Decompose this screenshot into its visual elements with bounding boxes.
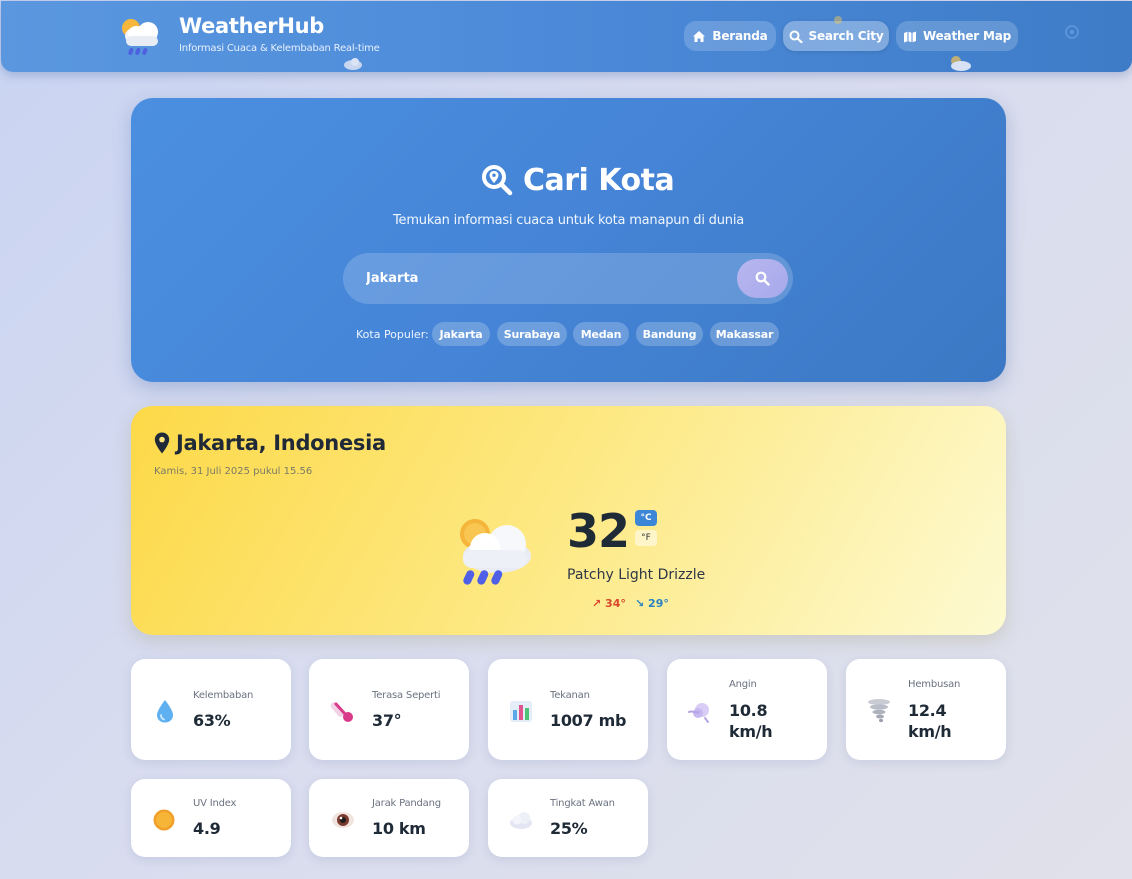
stat-value: 37° bbox=[372, 711, 402, 730]
location-heading: Jakarta, Indonesia bbox=[154, 431, 386, 455]
weather-condition: Patchy Light Drizzle bbox=[567, 567, 706, 583]
nav-weather-map-button[interactable]: Weather Map bbox=[896, 21, 1018, 51]
stat-label: Kelembaban bbox=[193, 690, 254, 701]
stat-value: 4.9 bbox=[193, 819, 221, 838]
stat-label: Angin bbox=[729, 679, 757, 690]
brand-subtitle: Informasi Cuaca & Kelembaban Real-time bbox=[179, 43, 380, 54]
eye-icon bbox=[332, 812, 354, 828]
droplet-icon bbox=[157, 700, 173, 723]
sun-cloud-rain-icon bbox=[460, 519, 531, 585]
thermometer-icon bbox=[330, 702, 353, 722]
temperature-low: ↘ 29° bbox=[635, 597, 669, 610]
stat-value: 63% bbox=[193, 711, 231, 730]
brand-title[interactable]: WeatherHub bbox=[179, 14, 324, 38]
search-card bbox=[131, 98, 1006, 382]
stat-value: 12.4 km/h bbox=[908, 701, 952, 741]
popular-city-chip[interactable]: Medan bbox=[573, 322, 629, 346]
stat-value: 10 km bbox=[372, 819, 426, 838]
search-title: Cari Kota bbox=[481, 162, 675, 198]
current-temperature: 32 bbox=[567, 504, 630, 558]
stat-label: Tingkat Awan bbox=[550, 798, 615, 809]
stat-label: Jarak Pandang bbox=[372, 798, 441, 809]
search-icon bbox=[789, 30, 803, 43]
celsius-toggle[interactable]: °C bbox=[635, 510, 657, 526]
map-pin-icon bbox=[154, 432, 170, 454]
snowflake-icon bbox=[1065, 25, 1079, 39]
location-name: Jakarta, Indonesia bbox=[176, 431, 386, 455]
popular-cities-label: Kota Populer: bbox=[356, 328, 429, 341]
popular-city-chip[interactable]: Makassar bbox=[710, 322, 779, 346]
popular-city-chip[interactable]: Jakarta bbox=[432, 322, 490, 346]
popular-city-chip[interactable]: Bandung bbox=[636, 322, 703, 346]
stat-label: Tekanan bbox=[550, 690, 590, 701]
floating-sun-icon bbox=[834, 16, 842, 24]
stat-value: 1007 mb bbox=[550, 711, 627, 730]
home-icon bbox=[693, 30, 706, 42]
search-description: Temukan informasi cuaca untuk kota manap… bbox=[392, 213, 744, 228]
stat-value: 10.8 km/h bbox=[729, 701, 773, 741]
map-icon bbox=[904, 31, 916, 42]
floating-sun-cloud-icon bbox=[951, 56, 971, 71]
sun-icon bbox=[153, 809, 175, 831]
sun-cloud-rain-logo-icon bbox=[122, 19, 158, 55]
search-icon bbox=[755, 271, 770, 286]
wind-icon bbox=[688, 703, 709, 723]
fahrenheit-toggle[interactable]: °F bbox=[635, 530, 657, 546]
nav-search-city-label: Search City bbox=[808, 29, 884, 43]
floating-cloud-icon bbox=[344, 58, 362, 70]
nav-beranda-label: Beranda bbox=[712, 29, 768, 43]
tornado-icon bbox=[868, 699, 890, 723]
stat-label: Terasa Seperti bbox=[372, 690, 441, 701]
city-search-input[interactable] bbox=[366, 262, 726, 294]
temperature-high: ↗ 34° bbox=[592, 597, 626, 610]
bar-chart-icon bbox=[510, 701, 532, 722]
stat-value: 25% bbox=[550, 819, 588, 838]
weather-datetime: Kamis, 31 Juli 2025 pukul 15.56 bbox=[154, 466, 313, 477]
search-title-text: Cari Kota bbox=[523, 162, 675, 198]
search-submit-button[interactable] bbox=[737, 259, 788, 298]
nav-weather-map-label: Weather Map bbox=[923, 29, 1011, 43]
nav-beranda-button[interactable]: Beranda bbox=[684, 21, 776, 51]
cloud-icon bbox=[510, 812, 532, 829]
stat-label: UV Index bbox=[193, 798, 237, 809]
search-location-icon bbox=[482, 165, 513, 196]
nav-search-city-button[interactable]: Search City bbox=[783, 21, 889, 51]
popular-city-chip[interactable]: Surabaya bbox=[497, 322, 567, 346]
stat-label: Hembusan bbox=[908, 679, 961, 690]
